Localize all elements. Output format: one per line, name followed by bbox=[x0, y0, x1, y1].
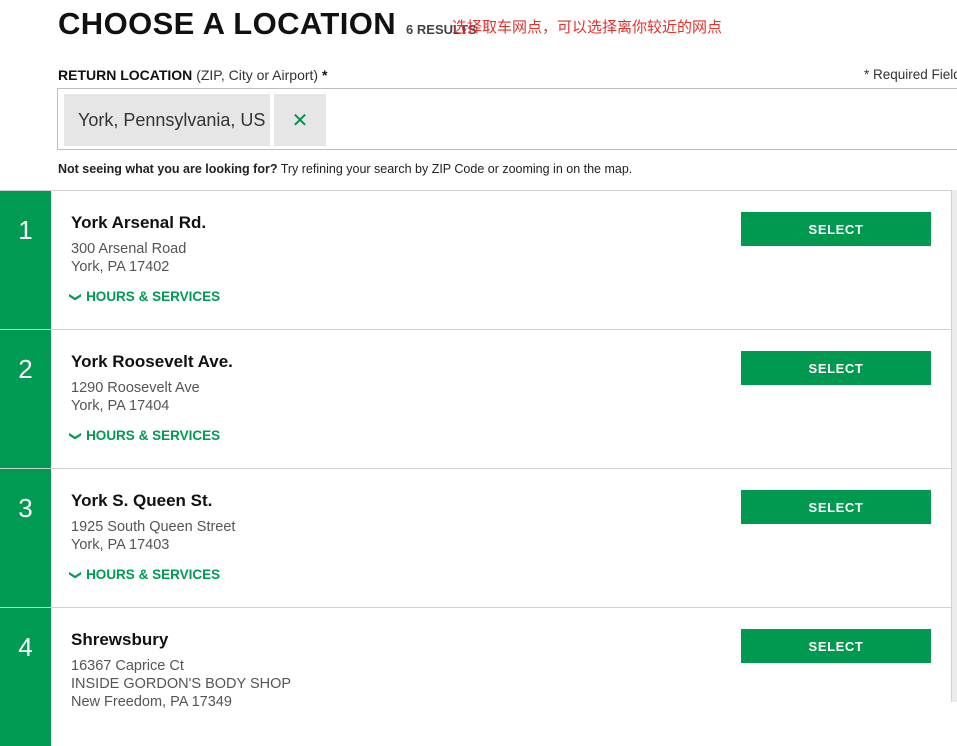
page-title: CHOOSE A LOCATION bbox=[58, 6, 397, 41]
refine-hint: Not seeing what you are looking for? Try… bbox=[58, 162, 632, 176]
required-field-note: * Required Field bbox=[864, 67, 957, 82]
location-list: 1 York Arsenal Rd. 300 Arsenal Road York… bbox=[0, 190, 951, 746]
location-item: 4 Shrewsbury 16367 Caprice Ct INSIDE GOR… bbox=[0, 607, 951, 746]
required-asterisk: * bbox=[321, 67, 328, 83]
hours-services-toggle[interactable]: ❯ HOURS & SERVICES bbox=[69, 428, 221, 443]
hours-services-label: HOURS & SERVICES bbox=[86, 567, 221, 582]
select-button[interactable]: SELECT bbox=[741, 212, 931, 246]
location-address-line: 1925 South Queen Street bbox=[71, 519, 236, 535]
refine-hint-bold: Not seeing what you are looking for? bbox=[58, 162, 278, 176]
chevron-down-icon: ❯ bbox=[69, 430, 84, 442]
location-address-line: York, PA 17402 bbox=[71, 259, 170, 275]
location-chip[interactable]: York, Pennsylvania, US bbox=[64, 94, 270, 146]
select-button[interactable]: SELECT bbox=[741, 351, 931, 385]
location-address-line: New Freedom, PA 17349 bbox=[71, 694, 232, 710]
location-chip-label: York, Pennsylvania, US bbox=[78, 109, 266, 130]
location-number: 4 bbox=[0, 608, 51, 746]
close-icon: ✕ bbox=[291, 109, 309, 132]
location-item: 2 York Roosevelt Ave. 1290 Roosevelt Ave… bbox=[0, 329, 951, 468]
return-location-input[interactable]: York, Pennsylvania, US ✕ bbox=[57, 88, 957, 150]
hours-services-toggle[interactable]: ❯ HOURS & SERVICES bbox=[69, 567, 221, 582]
return-location-label-text: RETURN LOCATION bbox=[58, 67, 193, 83]
select-button[interactable]: SELECT bbox=[741, 629, 931, 663]
page-header: CHOOSE A LOCATION 6 RESULTS bbox=[58, 6, 477, 42]
return-location-hint: (ZIP, City or Airport) bbox=[196, 67, 319, 83]
hours-services-toggle[interactable]: ❯ HOURS & SERVICES bbox=[69, 289, 221, 304]
hours-services-label: HOURS & SERVICES bbox=[86, 428, 221, 443]
map-panel[interactable] bbox=[951, 190, 957, 702]
location-item: 1 York Arsenal Rd. 300 Arsenal Road York… bbox=[0, 190, 951, 329]
return-location-label: RETURN LOCATION (ZIP, City or Airport) * bbox=[58, 67, 327, 83]
location-name: York Arsenal Rd. bbox=[71, 213, 207, 232]
location-number: 1 bbox=[0, 191, 51, 329]
location-name: Shrewsbury bbox=[71, 630, 169, 649]
location-number: 2 bbox=[0, 330, 51, 468]
annotation-note: 选择取车网点，可以选择离你较近的网点 bbox=[452, 18, 723, 36]
chevron-down-icon: ❯ bbox=[69, 291, 84, 303]
location-address-line: INSIDE GORDON'S BODY SHOP bbox=[71, 676, 292, 692]
refine-hint-text: Try refining your search by ZIP Code or … bbox=[277, 162, 633, 176]
select-button[interactable]: SELECT bbox=[741, 490, 931, 524]
location-item: 3 York S. Queen St. 1925 South Queen Str… bbox=[0, 468, 951, 607]
location-address-line: York, PA 17403 bbox=[71, 537, 170, 553]
location-name: York Roosevelt Ave. bbox=[71, 352, 233, 371]
location-address-line: 300 Arsenal Road bbox=[71, 241, 187, 257]
location-address-line: 1290 Roosevelt Ave bbox=[71, 380, 200, 396]
location-number: 3 bbox=[0, 469, 51, 607]
clear-location-button[interactable]: ✕ bbox=[274, 94, 326, 146]
chevron-down-icon: ❯ bbox=[69, 569, 84, 581]
location-name: York S. Queen St. bbox=[71, 491, 213, 510]
location-address-line: York, PA 17404 bbox=[71, 398, 170, 414]
location-address-line: 16367 Caprice Ct bbox=[71, 658, 184, 674]
hours-services-label: HOURS & SERVICES bbox=[86, 289, 221, 304]
